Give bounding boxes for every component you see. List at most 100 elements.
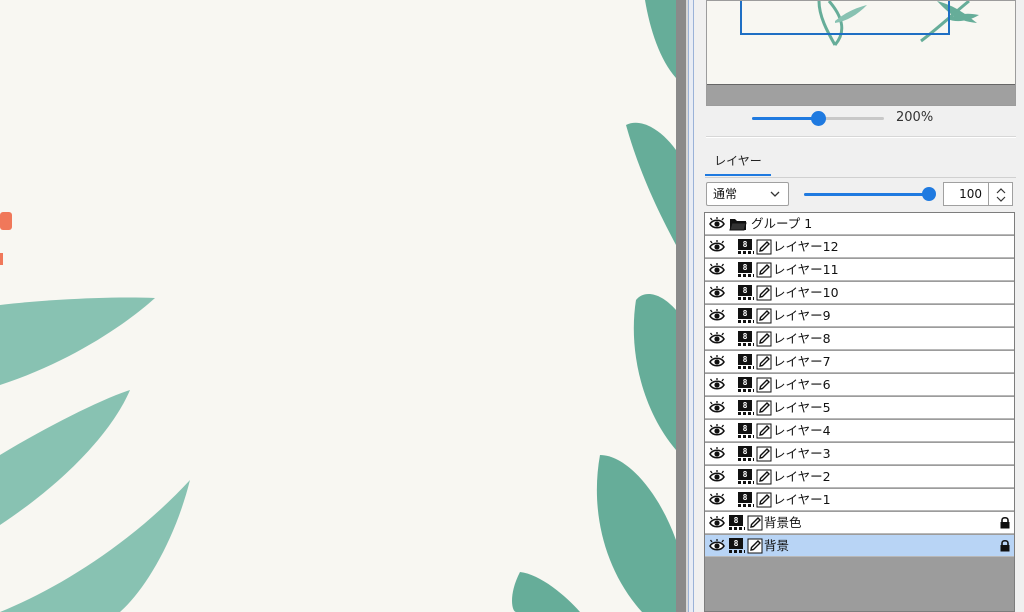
- bit-depth-label: 8: [738, 469, 752, 480]
- pencil-icon: [747, 538, 763, 554]
- drawing-canvas[interactable]: [0, 0, 676, 612]
- pencil-icon: [756, 469, 772, 485]
- bit-depth-label: 8: [738, 423, 752, 434]
- bit-depth-dots: [738, 481, 754, 484]
- layer-row[interactable]: 8 レイヤー8: [705, 328, 1014, 350]
- eye-icon[interactable]: [709, 309, 725, 322]
- layer-name: レイヤー12: [773, 239, 839, 254]
- splitter-dark-bar: [676, 0, 686, 612]
- eye-icon[interactable]: [709, 240, 725, 253]
- eye-icon[interactable]: [709, 516, 725, 529]
- layer-list[interactable]: グループ 1 8 レイヤー12 8 レイヤー11 8 レイヤー10 8 レイヤー9 8 レイヤー8 8…: [704, 212, 1015, 612]
- bit-depth-icon: 8: [738, 446, 756, 462]
- pencil-icon: [756, 331, 772, 347]
- bit-depth-dots: [738, 412, 754, 415]
- eye-icon[interactable]: [709, 447, 725, 460]
- layer-row[interactable]: 8 レイヤー4: [705, 420, 1014, 442]
- eye-icon[interactable]: [709, 493, 725, 506]
- layer-row[interactable]: 8 レイヤー12: [705, 236, 1014, 258]
- bit-depth-icon: 8: [738, 423, 756, 439]
- pencil-icon: [756, 446, 772, 462]
- opacity-slider-thumb[interactable]: [922, 187, 936, 201]
- layer-name: レイヤー11: [773, 262, 839, 277]
- pencil-icon: [756, 262, 772, 278]
- lock-icon[interactable]: [999, 539, 1011, 552]
- eye-icon[interactable]: [709, 401, 725, 414]
- layer-row[interactable]: 8 レイヤー3: [705, 443, 1014, 465]
- pencil-icon: [756, 285, 772, 301]
- tab-layers[interactable]: レイヤー: [705, 148, 771, 176]
- eye-icon[interactable]: [709, 286, 725, 299]
- opacity-slider-fill: [804, 193, 932, 196]
- bit-depth-icon: 8: [738, 492, 756, 508]
- eye-icon[interactable]: [709, 355, 725, 368]
- layer-row[interactable]: 8 レイヤー11: [705, 259, 1014, 281]
- bit-depth-dots: [738, 320, 754, 323]
- panel-splitter[interactable]: [676, 0, 688, 612]
- layer-name: レイヤー6: [773, 377, 831, 392]
- bit-depth-icon: 8: [738, 377, 756, 393]
- chevron-down-icon: [770, 191, 780, 197]
- eye-icon[interactable]: [709, 424, 725, 437]
- zoom-slider-thumb[interactable]: [811, 111, 826, 126]
- bit-depth-dots: [738, 343, 754, 346]
- bit-depth-label: 8: [738, 492, 752, 503]
- zoom-slider-fill: [752, 117, 818, 120]
- opacity-spinner[interactable]: [989, 182, 1013, 206]
- opacity-slider-track[interactable]: [804, 193, 932, 196]
- eye-icon[interactable]: [709, 539, 725, 552]
- bit-depth-dots: [738, 389, 754, 392]
- layer-row[interactable]: 8 レイヤー1: [705, 489, 1014, 511]
- navigator-thumbnail: [740, 1, 979, 46]
- lock-icon[interactable]: [999, 516, 1011, 529]
- eye-icon[interactable]: [709, 378, 725, 391]
- pencil-icon: [756, 400, 772, 416]
- pencil-icon: [747, 515, 763, 531]
- blend-mode-select[interactable]: 通常: [706, 182, 789, 206]
- panel-edge-strip[interactable]: [688, 0, 694, 612]
- tab-bar-underline: [705, 177, 1016, 178]
- pencil-icon: [756, 239, 772, 255]
- eye-icon[interactable]: [709, 217, 725, 230]
- bit-depth-icon: 8: [738, 400, 756, 416]
- layer-name: レイヤー8: [773, 331, 831, 346]
- opacity-input[interactable]: 100: [943, 182, 989, 206]
- eye-icon[interactable]: [709, 470, 725, 483]
- layer-row[interactable]: 8 レイヤー2: [705, 466, 1014, 488]
- bit-depth-label: 8: [729, 538, 743, 549]
- layer-row[interactable]: 8 背景色: [705, 512, 1014, 534]
- navigator-panel[interactable]: [706, 0, 1016, 106]
- eye-icon[interactable]: [709, 332, 725, 345]
- navigator-preview[interactable]: [707, 1, 1015, 85]
- bit-depth-icon: 8: [738, 354, 756, 370]
- layer-name: グループ 1: [751, 216, 813, 231]
- pencil-icon: [756, 423, 772, 439]
- bit-depth-dots: [738, 366, 754, 369]
- bit-depth-icon: 8: [729, 538, 747, 554]
- eye-icon[interactable]: [709, 263, 725, 276]
- pencil-icon: [756, 492, 772, 508]
- layer-row[interactable]: 8 レイヤー10: [705, 282, 1014, 304]
- layer-name: 背景: [764, 538, 790, 553]
- layer-name: レイヤー10: [773, 285, 839, 300]
- bit-depth-icon: 8: [738, 331, 756, 347]
- bit-depth-label: 8: [738, 262, 752, 273]
- folder-icon: [729, 217, 747, 231]
- layer-name: レイヤー9: [773, 308, 831, 323]
- bit-depth-dots: [738, 274, 754, 277]
- bit-depth-label: 8: [738, 446, 752, 457]
- layer-row[interactable]: 8 レイヤー6: [705, 374, 1014, 396]
- layer-row[interactable]: 8 レイヤー5: [705, 397, 1014, 419]
- bit-depth-dots: [738, 251, 754, 254]
- bit-depth-label: 8: [738, 354, 752, 365]
- layer-row[interactable]: 8 背景: [705, 535, 1014, 557]
- layer-group-row[interactable]: グループ 1: [705, 213, 1014, 235]
- bit-depth-label: 8: [738, 331, 752, 342]
- blend-mode-value: 通常: [713, 187, 738, 201]
- bit-depth-icon: 8: [738, 308, 756, 324]
- layer-row[interactable]: 8 レイヤー9: [705, 305, 1014, 327]
- layer-name: レイヤー5: [773, 400, 831, 415]
- zoom-level-label: 200%: [896, 110, 934, 125]
- layer-row[interactable]: 8 レイヤー7: [705, 351, 1014, 373]
- bit-depth-label: 8: [738, 239, 752, 250]
